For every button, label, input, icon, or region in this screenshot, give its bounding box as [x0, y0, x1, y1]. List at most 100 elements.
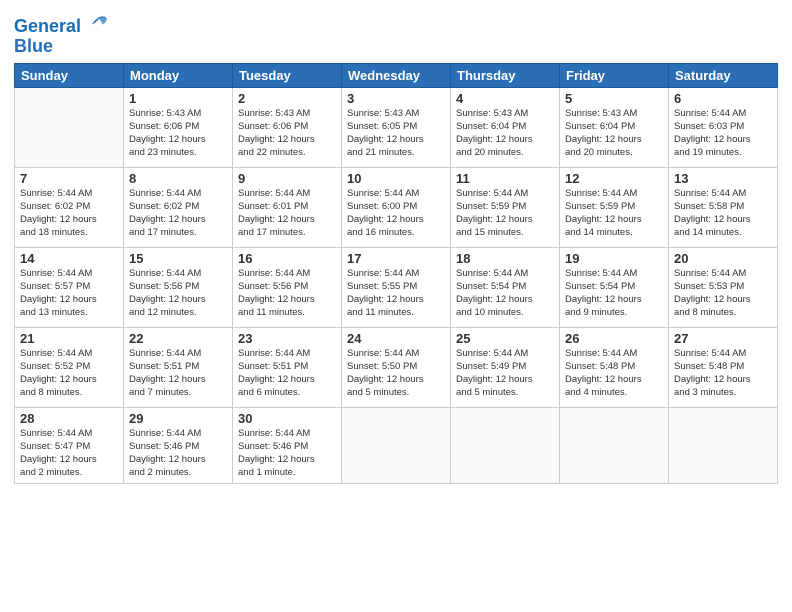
day-number: 2 [238, 91, 336, 106]
calendar-cell: 22Sunrise: 5:44 AM Sunset: 5:51 PM Dayli… [124, 327, 233, 407]
day-number: 9 [238, 171, 336, 186]
calendar: SundayMondayTuesdayWednesdayThursdayFrid… [14, 63, 778, 484]
day-number: 11 [456, 171, 554, 186]
calendar-cell: 26Sunrise: 5:44 AM Sunset: 5:48 PM Dayli… [560, 327, 669, 407]
day-number: 29 [129, 411, 227, 426]
day-number: 24 [347, 331, 445, 346]
day-number: 4 [456, 91, 554, 106]
calendar-cell: 5Sunrise: 5:43 AM Sunset: 6:04 PM Daylig… [560, 87, 669, 167]
day-number: 3 [347, 91, 445, 106]
day-info: Sunrise: 5:44 AM Sunset: 5:46 PM Dayligh… [238, 427, 336, 480]
calendar-cell: 3Sunrise: 5:43 AM Sunset: 6:05 PM Daylig… [342, 87, 451, 167]
day-info: Sunrise: 5:44 AM Sunset: 6:02 PM Dayligh… [20, 187, 118, 240]
day-number: 18 [456, 251, 554, 266]
day-header-monday: Monday [124, 63, 233, 87]
calendar-cell: 30Sunrise: 5:44 AM Sunset: 5:46 PM Dayli… [233, 407, 342, 483]
day-number: 15 [129, 251, 227, 266]
day-info: Sunrise: 5:44 AM Sunset: 5:54 PM Dayligh… [456, 267, 554, 320]
calendar-week-0: 1Sunrise: 5:43 AM Sunset: 6:06 PM Daylig… [15, 87, 778, 167]
calendar-cell: 1Sunrise: 5:43 AM Sunset: 6:06 PM Daylig… [124, 87, 233, 167]
day-info: Sunrise: 5:44 AM Sunset: 5:59 PM Dayligh… [456, 187, 554, 240]
day-info: Sunrise: 5:44 AM Sunset: 5:58 PM Dayligh… [674, 187, 772, 240]
day-number: 7 [20, 171, 118, 186]
calendar-cell: 12Sunrise: 5:44 AM Sunset: 5:59 PM Dayli… [560, 167, 669, 247]
calendar-cell [669, 407, 778, 483]
calendar-cell: 15Sunrise: 5:44 AM Sunset: 5:56 PM Dayli… [124, 247, 233, 327]
day-number: 19 [565, 251, 663, 266]
day-info: Sunrise: 5:44 AM Sunset: 5:51 PM Dayligh… [129, 347, 227, 400]
day-header-saturday: Saturday [669, 63, 778, 87]
day-number: 8 [129, 171, 227, 186]
calendar-cell [342, 407, 451, 483]
day-info: Sunrise: 5:43 AM Sunset: 6:05 PM Dayligh… [347, 107, 445, 160]
calendar-cell: 9Sunrise: 5:44 AM Sunset: 6:01 PM Daylig… [233, 167, 342, 247]
calendar-cell: 7Sunrise: 5:44 AM Sunset: 6:02 PM Daylig… [15, 167, 124, 247]
day-info: Sunrise: 5:44 AM Sunset: 5:57 PM Dayligh… [20, 267, 118, 320]
day-header-tuesday: Tuesday [233, 63, 342, 87]
calendar-cell: 4Sunrise: 5:43 AM Sunset: 6:04 PM Daylig… [451, 87, 560, 167]
day-header-thursday: Thursday [451, 63, 560, 87]
calendar-cell: 20Sunrise: 5:44 AM Sunset: 5:53 PM Dayli… [669, 247, 778, 327]
logo-text: General [14, 10, 110, 37]
day-info: Sunrise: 5:44 AM Sunset: 5:50 PM Dayligh… [347, 347, 445, 400]
day-info: Sunrise: 5:44 AM Sunset: 5:55 PM Dayligh… [347, 267, 445, 320]
logo-icon [88, 10, 110, 32]
calendar-cell: 8Sunrise: 5:44 AM Sunset: 6:02 PM Daylig… [124, 167, 233, 247]
day-info: Sunrise: 5:44 AM Sunset: 5:53 PM Dayligh… [674, 267, 772, 320]
day-info: Sunrise: 5:44 AM Sunset: 5:54 PM Dayligh… [565, 267, 663, 320]
day-info: Sunrise: 5:44 AM Sunset: 5:52 PM Dayligh… [20, 347, 118, 400]
calendar-cell: 6Sunrise: 5:44 AM Sunset: 6:03 PM Daylig… [669, 87, 778, 167]
day-number: 28 [20, 411, 118, 426]
day-info: Sunrise: 5:44 AM Sunset: 5:49 PM Dayligh… [456, 347, 554, 400]
day-info: Sunrise: 5:44 AM Sunset: 5:56 PM Dayligh… [238, 267, 336, 320]
day-info: Sunrise: 5:44 AM Sunset: 5:51 PM Dayligh… [238, 347, 336, 400]
calendar-cell: 21Sunrise: 5:44 AM Sunset: 5:52 PM Dayli… [15, 327, 124, 407]
calendar-cell: 16Sunrise: 5:44 AM Sunset: 5:56 PM Dayli… [233, 247, 342, 327]
calendar-week-4: 28Sunrise: 5:44 AM Sunset: 5:47 PM Dayli… [15, 407, 778, 483]
calendar-header: SundayMondayTuesdayWednesdayThursdayFrid… [15, 63, 778, 87]
day-info: Sunrise: 5:44 AM Sunset: 5:47 PM Dayligh… [20, 427, 118, 480]
day-info: Sunrise: 5:44 AM Sunset: 6:02 PM Dayligh… [129, 187, 227, 240]
logo-text-blue: Blue [14, 37, 110, 57]
calendar-cell: 23Sunrise: 5:44 AM Sunset: 5:51 PM Dayli… [233, 327, 342, 407]
calendar-cell: 17Sunrise: 5:44 AM Sunset: 5:55 PM Dayli… [342, 247, 451, 327]
calendar-cell: 14Sunrise: 5:44 AM Sunset: 5:57 PM Dayli… [15, 247, 124, 327]
calendar-week-1: 7Sunrise: 5:44 AM Sunset: 6:02 PM Daylig… [15, 167, 778, 247]
day-info: Sunrise: 5:44 AM Sunset: 5:48 PM Dayligh… [674, 347, 772, 400]
page-header: General Blue [14, 10, 778, 57]
day-number: 25 [456, 331, 554, 346]
calendar-body: 1Sunrise: 5:43 AM Sunset: 6:06 PM Daylig… [15, 87, 778, 483]
day-info: Sunrise: 5:44 AM Sunset: 5:56 PM Dayligh… [129, 267, 227, 320]
day-number: 30 [238, 411, 336, 426]
day-number: 5 [565, 91, 663, 106]
day-info: Sunrise: 5:44 AM Sunset: 5:48 PM Dayligh… [565, 347, 663, 400]
day-number: 1 [129, 91, 227, 106]
calendar-cell: 13Sunrise: 5:44 AM Sunset: 5:58 PM Dayli… [669, 167, 778, 247]
day-number: 21 [20, 331, 118, 346]
calendar-cell [451, 407, 560, 483]
day-number: 23 [238, 331, 336, 346]
day-number: 10 [347, 171, 445, 186]
day-number: 27 [674, 331, 772, 346]
day-header-sunday: Sunday [15, 63, 124, 87]
calendar-week-3: 21Sunrise: 5:44 AM Sunset: 5:52 PM Dayli… [15, 327, 778, 407]
day-info: Sunrise: 5:43 AM Sunset: 6:06 PM Dayligh… [129, 107, 227, 160]
day-info: Sunrise: 5:44 AM Sunset: 5:46 PM Dayligh… [129, 427, 227, 480]
calendar-cell: 2Sunrise: 5:43 AM Sunset: 6:06 PM Daylig… [233, 87, 342, 167]
calendar-cell: 24Sunrise: 5:44 AM Sunset: 5:50 PM Dayli… [342, 327, 451, 407]
calendar-week-2: 14Sunrise: 5:44 AM Sunset: 5:57 PM Dayli… [15, 247, 778, 327]
day-number: 14 [20, 251, 118, 266]
calendar-cell: 19Sunrise: 5:44 AM Sunset: 5:54 PM Dayli… [560, 247, 669, 327]
calendar-cell: 28Sunrise: 5:44 AM Sunset: 5:47 PM Dayli… [15, 407, 124, 483]
day-number: 17 [347, 251, 445, 266]
day-info: Sunrise: 5:44 AM Sunset: 5:59 PM Dayligh… [565, 187, 663, 240]
day-number: 13 [674, 171, 772, 186]
day-header-friday: Friday [560, 63, 669, 87]
day-info: Sunrise: 5:44 AM Sunset: 6:01 PM Dayligh… [238, 187, 336, 240]
day-number: 6 [674, 91, 772, 106]
day-number: 20 [674, 251, 772, 266]
calendar-cell [560, 407, 669, 483]
day-number: 26 [565, 331, 663, 346]
day-info: Sunrise: 5:44 AM Sunset: 6:00 PM Dayligh… [347, 187, 445, 240]
calendar-cell: 29Sunrise: 5:44 AM Sunset: 5:46 PM Dayli… [124, 407, 233, 483]
